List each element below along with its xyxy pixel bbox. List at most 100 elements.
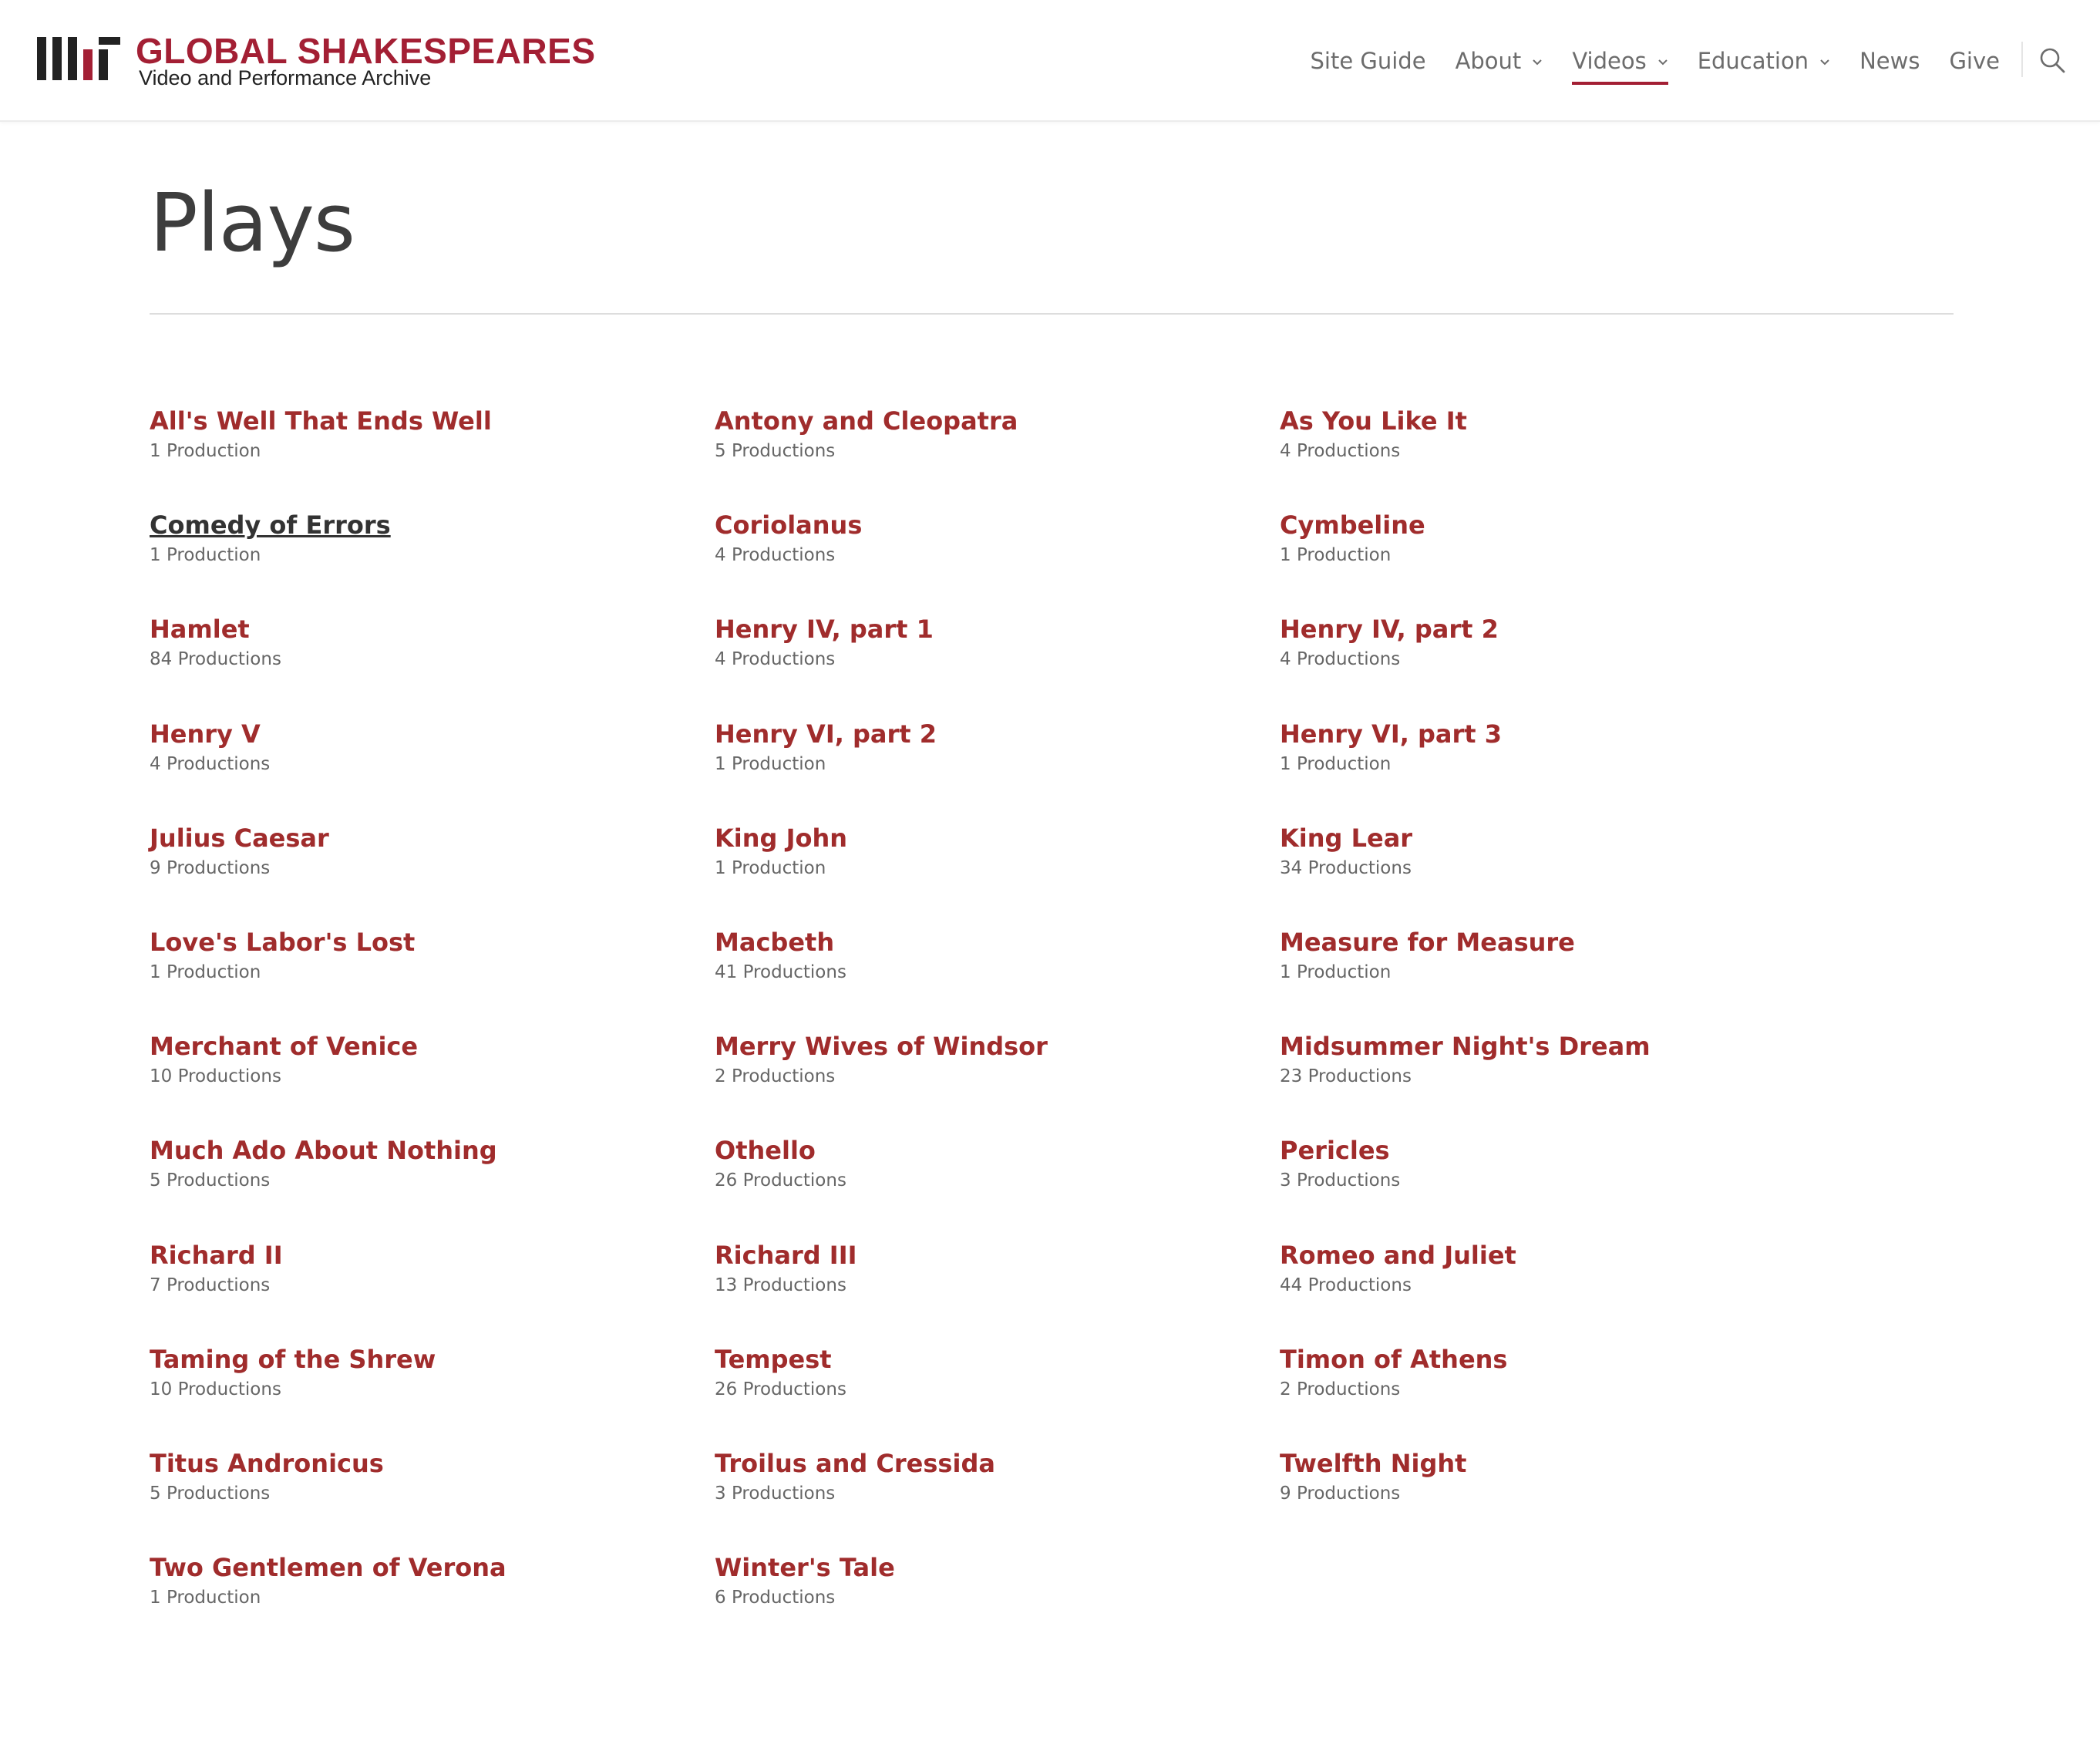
production-count: 2 Productions	[715, 1066, 836, 1087]
play-link[interactable]: Henry IV, part 1	[715, 612, 934, 646]
play-list-item: Troilus and Cressida 3 Productions	[715, 1446, 1280, 1551]
production-count: 1 Production	[715, 857, 826, 878]
play-link[interactable]: As You Like It	[1280, 404, 1467, 438]
play-link[interactable]: Titus Andronicus	[150, 1446, 384, 1480]
production-count: 5 Productions	[150, 1170, 271, 1191]
play-link[interactable]: Henry V	[150, 717, 261, 751]
page-title: Plays	[150, 176, 355, 270]
production-count: 41 Productions	[715, 962, 846, 982]
play-link[interactable]: Richard II	[150, 1238, 283, 1272]
nav-divider	[2021, 42, 2023, 77]
play-link[interactable]: Henry VI, part 2	[715, 717, 937, 751]
play-list-item: King John 1 Production	[715, 821, 1280, 925]
play-list-item: All's Well That Ends Well 1 Production	[150, 404, 715, 508]
play-link[interactable]: Henry VI, part 3	[1280, 717, 1502, 751]
production-count: 5 Productions	[715, 441, 836, 461]
nav-item-education[interactable]: Education	[1698, 0, 1830, 122]
nav-item-label: Videos	[1572, 48, 1647, 74]
production-count: 34 Productions	[1280, 857, 1412, 878]
production-count: 6 Productions	[715, 1588, 836, 1608]
play-link[interactable]: Taming of the Shrew	[150, 1342, 436, 1376]
production-count: 1 Production	[1280, 962, 1392, 982]
play-list-item: Taming of the Shrew 10 Productions	[150, 1342, 715, 1446]
play-list-item: King Lear 34 Productions	[1280, 821, 1845, 925]
production-count: 9 Productions	[150, 857, 271, 878]
play-link[interactable]: Othello	[715, 1133, 816, 1167]
play-list-item: Comedy of Errors 1 Production	[150, 508, 715, 612]
play-list-item: Twelfth Night 9 Productions	[1280, 1446, 1845, 1551]
nav-item-about[interactable]: About	[1456, 0, 1543, 122]
nav-item-videos[interactable]: Videos	[1572, 0, 1669, 122]
play-link[interactable]: All's Well That Ends Well	[150, 404, 492, 438]
production-count: 1 Production	[715, 753, 826, 774]
production-count: 3 Productions	[1280, 1170, 1401, 1191]
play-list-item: Antony and Cleopatra 5 Productions	[715, 404, 1280, 508]
play-list-item: Coriolanus 4 Productions	[715, 508, 1280, 612]
site-logo[interactable]: GLOBAL SHAKESPEARES Video and Performanc…	[37, 31, 596, 89]
production-count: 23 Productions	[1280, 1066, 1412, 1087]
chevron-down-icon	[1819, 52, 1830, 70]
play-link[interactable]: Coriolanus	[715, 508, 862, 542]
chevron-down-icon	[1657, 52, 1668, 70]
play-link[interactable]: Cymbeline	[1280, 508, 1425, 542]
play-list-item: Julius Caesar 9 Productions	[150, 821, 715, 925]
play-link[interactable]: Merchant of Venice	[150, 1029, 418, 1063]
play-link[interactable]: Macbeth	[715, 925, 834, 959]
production-count: 1 Production	[1280, 753, 1392, 774]
play-link[interactable]: Twelfth Night	[1280, 1446, 1466, 1480]
nav-item-label: About	[1455, 48, 1522, 74]
title-divider	[150, 313, 1954, 315]
play-list-item: Winter's Tale 6 Productions	[715, 1551, 1280, 1655]
production-count: 2 Productions	[1280, 1379, 1401, 1399]
play-link[interactable]: Troilus and Cressida	[715, 1446, 995, 1480]
nav-item-label: Education	[1697, 48, 1809, 74]
play-link[interactable]: Pericles	[1280, 1133, 1390, 1167]
production-count: 84 Productions	[150, 649, 281, 670]
play-link[interactable]: King Lear	[1280, 821, 1412, 855]
play-list-item: Richard III 13 Productions	[715, 1238, 1280, 1342]
play-link[interactable]: Two Gentlemen of Verona	[150, 1551, 506, 1585]
production-count: 44 Productions	[1280, 1275, 1412, 1295]
play-link[interactable]: Hamlet	[150, 612, 250, 646]
nav-item-label: Site Guide	[1310, 48, 1426, 74]
production-count: 1 Production	[150, 545, 261, 566]
play-link[interactable]: Richard III	[715, 1238, 857, 1272]
play-link[interactable]: Much Ado About Nothing	[150, 1133, 497, 1167]
production-count: 13 Productions	[715, 1275, 846, 1295]
play-link[interactable]: Henry IV, part 2	[1280, 612, 1499, 646]
play-link[interactable]: Julius Caesar	[150, 821, 329, 855]
nav-item-give[interactable]: Give	[1949, 0, 2000, 122]
plays-list: All's Well That Ends Well 1 Production Ant…	[150, 404, 1846, 1655]
play-link[interactable]: Merry Wives of Windsor	[715, 1029, 1048, 1063]
nav-item-news[interactable]: News	[1859, 0, 1920, 122]
play-link[interactable]: King John	[715, 821, 847, 855]
production-count: 9 Productions	[1280, 1483, 1401, 1504]
production-count: 26 Productions	[715, 1379, 846, 1399]
play-list-item: Titus Andronicus 5 Productions	[150, 1446, 715, 1551]
play-link[interactable]: Midsummer Night's Dream	[1280, 1029, 1651, 1063]
play-link[interactable]: Tempest	[715, 1342, 832, 1376]
play-link[interactable]: Romeo and Juliet	[1280, 1238, 1516, 1272]
play-link[interactable]: Love's Labor's Lost	[150, 925, 415, 959]
chevron-down-icon	[1532, 52, 1543, 70]
production-count: 4 Productions	[1280, 649, 1401, 670]
play-link[interactable]: Antony and Cleopatra	[715, 404, 1018, 438]
play-list-item: Midsummer Night's Dream 23 Productions	[1280, 1029, 1845, 1133]
logo-title: GLOBAL SHAKESPEARES	[136, 31, 596, 71]
mit-logo-icon	[37, 37, 120, 83]
play-list-item: Hamlet 84 Productions	[150, 612, 715, 716]
play-link[interactable]: Winter's Tale	[715, 1551, 895, 1585]
play-list-item: Two Gentlemen of Verona 1 Production	[150, 1551, 715, 1655]
play-list-item: Henry VI, part 31 Production	[1280, 717, 1845, 821]
nav-item-site-guide[interactable]: Site Guide	[1311, 0, 1426, 122]
play-link[interactable]: Measure for Measure	[1280, 925, 1575, 959]
production-count: 10 Productions	[150, 1066, 281, 1087]
search-icon[interactable]	[2038, 46, 2066, 74]
play-link[interactable]: Timon of Athens	[1280, 1342, 1507, 1376]
play-list-item: Henry V4 Productions	[150, 717, 715, 821]
production-count: 4 Productions	[715, 545, 836, 566]
play-list-item: Cymbeline 1 Production	[1280, 508, 1845, 612]
play-link[interactable]: Comedy of Errors	[150, 508, 391, 542]
play-list-item: Henry IV, part 2 4 Productions	[1280, 612, 1845, 716]
production-count: 4 Productions	[150, 753, 271, 774]
